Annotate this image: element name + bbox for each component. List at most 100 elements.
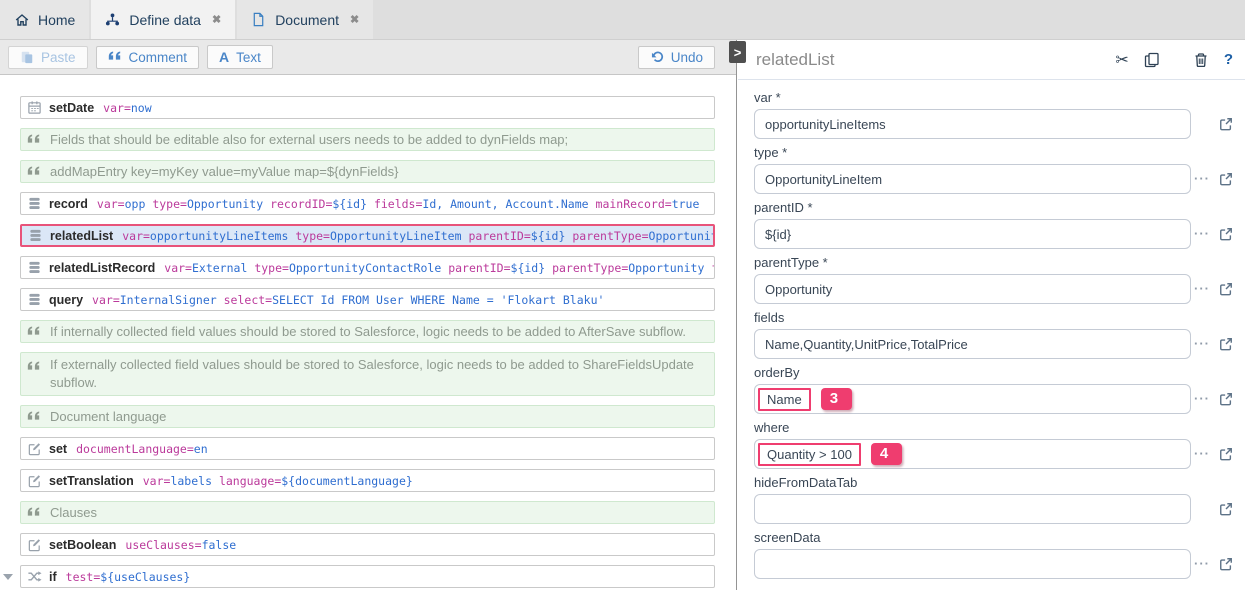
undo-button[interactable]: Undo [638,46,715,69]
chevron-right-icon: > [734,45,742,60]
command-name: query [49,293,83,307]
field-value: Name,Quantity,UnitPrice,TotalPrice [765,337,968,352]
database-icon [27,196,42,211]
field-label: hideFromDataTab [754,475,1245,490]
flow-row-setTranslation[interactable]: setTranslationvar=labels language=${docu… [20,469,715,492]
quote-icon [108,50,122,64]
external-link-icon[interactable] [1219,172,1233,186]
flow-row-setDate[interactable]: setDate var=now [20,96,715,119]
field-label: screenData [754,530,1245,545]
field-input[interactable] [754,549,1191,579]
field-label: var * [754,90,1245,105]
paste-icon [20,50,34,64]
flow-row-record[interactable]: recordvar=opp type=Opportunity recordID=… [20,192,715,215]
close-icon[interactable]: ✖ [212,13,221,26]
field-actions: ··· [1191,337,1244,351]
more-options-icon[interactable]: ··· [1194,339,1210,349]
command-attrs: var=opportunityLineItems type=Opportunit… [122,229,715,243]
external-link-icon[interactable] [1219,282,1233,296]
flow-row-comment[interactable]: Document language [20,405,715,428]
flow-row-query[interactable]: query var=InternalSigner select=SELECT Id… [20,288,715,311]
field-orderBy: orderBy Name 3 ··· [754,365,1245,414]
text-button-label: Text [236,50,261,65]
external-link-icon[interactable] [1219,392,1233,406]
field-value: Name [758,388,811,411]
properties-panel: relatedList ✂ ? var *opportunityLineItem… [738,40,1245,590]
flow-row-set[interactable]: setdocumentLanguage=en [20,437,715,460]
more-options-icon[interactable]: ··· [1194,394,1210,404]
copy-icon[interactable] [1144,52,1160,68]
collapse-caret-icon[interactable] [3,574,13,580]
flow-row-comment[interactable]: addMapEntry key=myKey value=myValue map=… [20,160,715,183]
tab-bar: HomeDefine data✖Document✖ [0,0,1245,40]
paste-button[interactable]: Paste [8,46,88,69]
comment-button[interactable]: Comment [96,46,200,69]
flow-row-relatedList[interactable]: relatedListvar=opportunityLineItems type… [20,224,715,247]
external-link-icon[interactable] [1219,557,1233,571]
edit-icon [27,441,42,456]
more-options-icon[interactable]: ··· [1194,449,1210,459]
flow-row-list: setDate var=now Fields that should be edit… [0,75,736,590]
external-link-icon[interactable] [1219,502,1233,516]
field-actions: ··· [1191,447,1244,461]
flow-row-setBoolean[interactable]: setBooleanuseClauses=false [20,533,715,556]
field-input[interactable]: Name,Quantity,UnitPrice,TotalPrice [754,329,1191,359]
external-link-icon[interactable] [1219,117,1233,131]
close-icon[interactable]: ✖ [350,13,359,26]
command-name: setDate [49,101,94,115]
field-input[interactable]: OpportunityLineItem [754,164,1191,194]
quote-icon [27,324,42,339]
tab-define-data[interactable]: Define data ✖ [91,0,235,39]
command-attrs: var=External type=OpportunityContactRole… [164,261,715,275]
tab-document[interactable]: Document✖ [237,0,373,39]
external-link-icon[interactable] [1219,447,1233,461]
field-where: where Quantity > 1004··· [754,420,1245,469]
comment-text: If internally collected field values sho… [50,324,686,339]
database-icon [28,228,43,243]
tab-home[interactable]: Home [0,0,89,39]
more-options-icon[interactable]: ··· [1194,174,1210,184]
cut-icon[interactable]: ✂ [1115,50,1128,70]
annotation-badge: 3 [821,388,852,410]
help-icon[interactable]: ? [1224,51,1233,68]
quote-icon [27,409,42,424]
font-icon: A [219,49,229,65]
comment-button-label: Comment [129,50,188,65]
field-input[interactable]: Name 3 [754,384,1191,414]
flow-row-comment[interactable]: Fields that should be editable also for … [20,128,715,151]
edit-icon [27,473,42,488]
field-label: where [754,420,1245,435]
flow-row-relatedListRecord[interactable]: relatedListRecordvar=External type=Oppor… [20,256,715,279]
tab-label: Define data [129,12,201,28]
panel-header-actions: ✂ ? [1100,50,1233,70]
more-options-icon[interactable]: ··· [1194,559,1210,569]
command-attrs: var=now [103,101,151,115]
external-link-icon[interactable] [1219,227,1233,241]
more-options-icon[interactable]: ··· [1194,284,1210,294]
calendar-icon [27,100,42,115]
field-input[interactable]: opportunityLineItems [754,109,1191,139]
external-link-icon[interactable] [1219,337,1233,351]
more-options-icon[interactable]: ··· [1194,229,1210,239]
flow-row-comment[interactable]: Clauses [20,501,715,524]
panel-collapse-button[interactable]: > [729,41,746,63]
field-actions: ··· [1191,282,1244,296]
field-input[interactable]: Opportunity [754,274,1191,304]
field-input[interactable] [754,494,1191,524]
flow-editor-pane: Paste Comment A Text Undo setDate var=now… [0,40,737,590]
command-attrs: var=InternalSigner select=SELECT Id FROM… [92,293,604,307]
annotation-badge: 4 [871,443,902,465]
flow-row-comment[interactable]: If internally collected field values sho… [20,320,715,343]
field-screenData: screenData ··· [754,530,1245,579]
quote-icon [27,132,42,147]
flow-row-if[interactable]: iftest=${useClauses} [20,565,715,588]
text-button[interactable]: A Text [207,45,273,69]
delete-icon[interactable] [1193,52,1209,68]
field-label: orderBy [754,365,1245,380]
comment-text: If externally collected field values sho… [50,356,708,392]
properties-field-list: var *opportunityLineItemstype *Opportuni… [738,80,1245,579]
field-input[interactable]: ${id} [754,219,1191,249]
field-input[interactable]: Quantity > 1004 [754,439,1191,469]
database-icon [27,292,42,307]
flow-row-comment[interactable]: If externally collected field values sho… [20,352,715,396]
